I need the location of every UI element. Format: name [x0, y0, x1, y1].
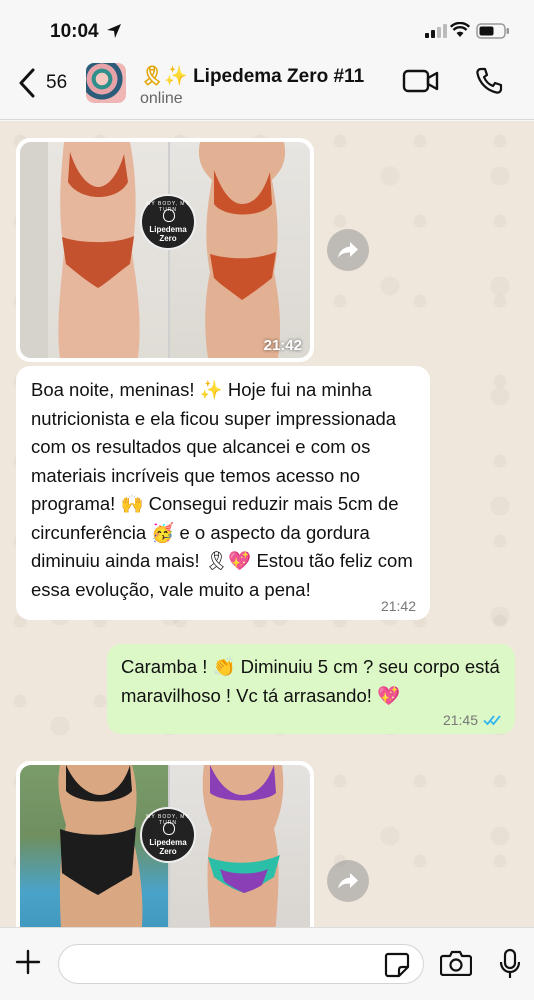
chat-title[interactable]: 🎗✨ Lipedema Zero #11: [140, 64, 364, 88]
image-message[interactable]: MY BODY, MY TURN Lipedema Zero: [16, 761, 314, 927]
chat-status: online: [140, 90, 183, 107]
message-text: Caramba ! 👏 Diminuiu 5 cm ? seu corpo es…: [121, 656, 500, 706]
apple-icon: [163, 209, 175, 222]
chat-area[interactable]: MY BODY, MY TURN Lipedema Zero 21:42 Boa…: [0, 121, 534, 927]
unread-count: 56: [46, 72, 68, 93]
video-call-icon: [402, 69, 439, 93]
attach-button[interactable]: [14, 948, 42, 981]
wifi-icon: [450, 22, 470, 37]
message-text: Boa noite, meninas! ✨ Hoje fui na minha …: [31, 379, 413, 600]
forward-button[interactable]: [327, 229, 369, 271]
location-arrow-icon: [107, 24, 121, 38]
voice-call-button[interactable]: [474, 66, 504, 101]
message-meta: 21:45: [121, 712, 503, 728]
back-button[interactable]: 56: [18, 66, 67, 100]
back-chevron-icon: [19, 68, 35, 98]
photo-after: [170, 142, 310, 358]
sticker-icon: [384, 952, 410, 978]
camera-button[interactable]: [439, 950, 473, 981]
status-time: 10:04: [50, 21, 99, 42]
body-figure-icon: [20, 142, 140, 358]
plus-icon: [15, 949, 41, 975]
apple-icon: [163, 822, 175, 835]
outgoing-message[interactable]: Caramba ! 👏 Diminuiu 5 cm ? seu corpo es…: [107, 644, 515, 734]
microphone-icon: [499, 948, 521, 978]
battery-icon: [476, 23, 509, 39]
title-emoji: 🎗✨: [140, 66, 188, 87]
message-input-bar: [0, 927, 534, 1000]
double-check-icon: [483, 715, 501, 726]
message-time: 21:45: [442, 712, 478, 728]
video-call-button[interactable]: [402, 68, 440, 99]
phone-icon: [476, 67, 503, 94]
forward-icon: [338, 873, 358, 889]
photo-before: [20, 142, 168, 358]
body-figure-icon: [198, 142, 286, 358]
watermark-logo: MY BODY, MY TURN Lipedema Zero: [140, 807, 196, 863]
chat-header: 56 🎗✨ Lipedema Zero #11 online: [0, 58, 534, 120]
chat-title-text: Lipedema Zero #11: [193, 66, 365, 87]
logo-text: Lipedema Zero: [149, 225, 187, 243]
status-bar: 10:04: [0, 0, 534, 58]
image-message[interactable]: MY BODY, MY TURN Lipedema Zero 21:42: [16, 138, 314, 362]
microphone-button[interactable]: [499, 948, 521, 985]
message-time: 21:42: [263, 337, 302, 354]
camera-icon: [439, 950, 473, 977]
message-photo[interactable]: MY BODY, MY TURN Lipedema Zero 21:42: [20, 142, 310, 358]
forward-button[interactable]: [327, 860, 369, 902]
incoming-message[interactable]: Boa noite, meninas! ✨ Hoje fui na minha …: [16, 366, 430, 620]
group-avatar[interactable]: [86, 63, 126, 103]
sticker-button[interactable]: [384, 952, 410, 983]
forward-icon: [338, 242, 358, 258]
message-input[interactable]: [58, 944, 424, 984]
message-photo[interactable]: MY BODY, MY TURN Lipedema Zero: [20, 765, 310, 927]
logo-text: Lipedema Zero: [149, 838, 187, 856]
signal-icon: [425, 24, 447, 38]
watermark-logo: MY BODY, MY TURN Lipedema Zero: [140, 194, 196, 250]
